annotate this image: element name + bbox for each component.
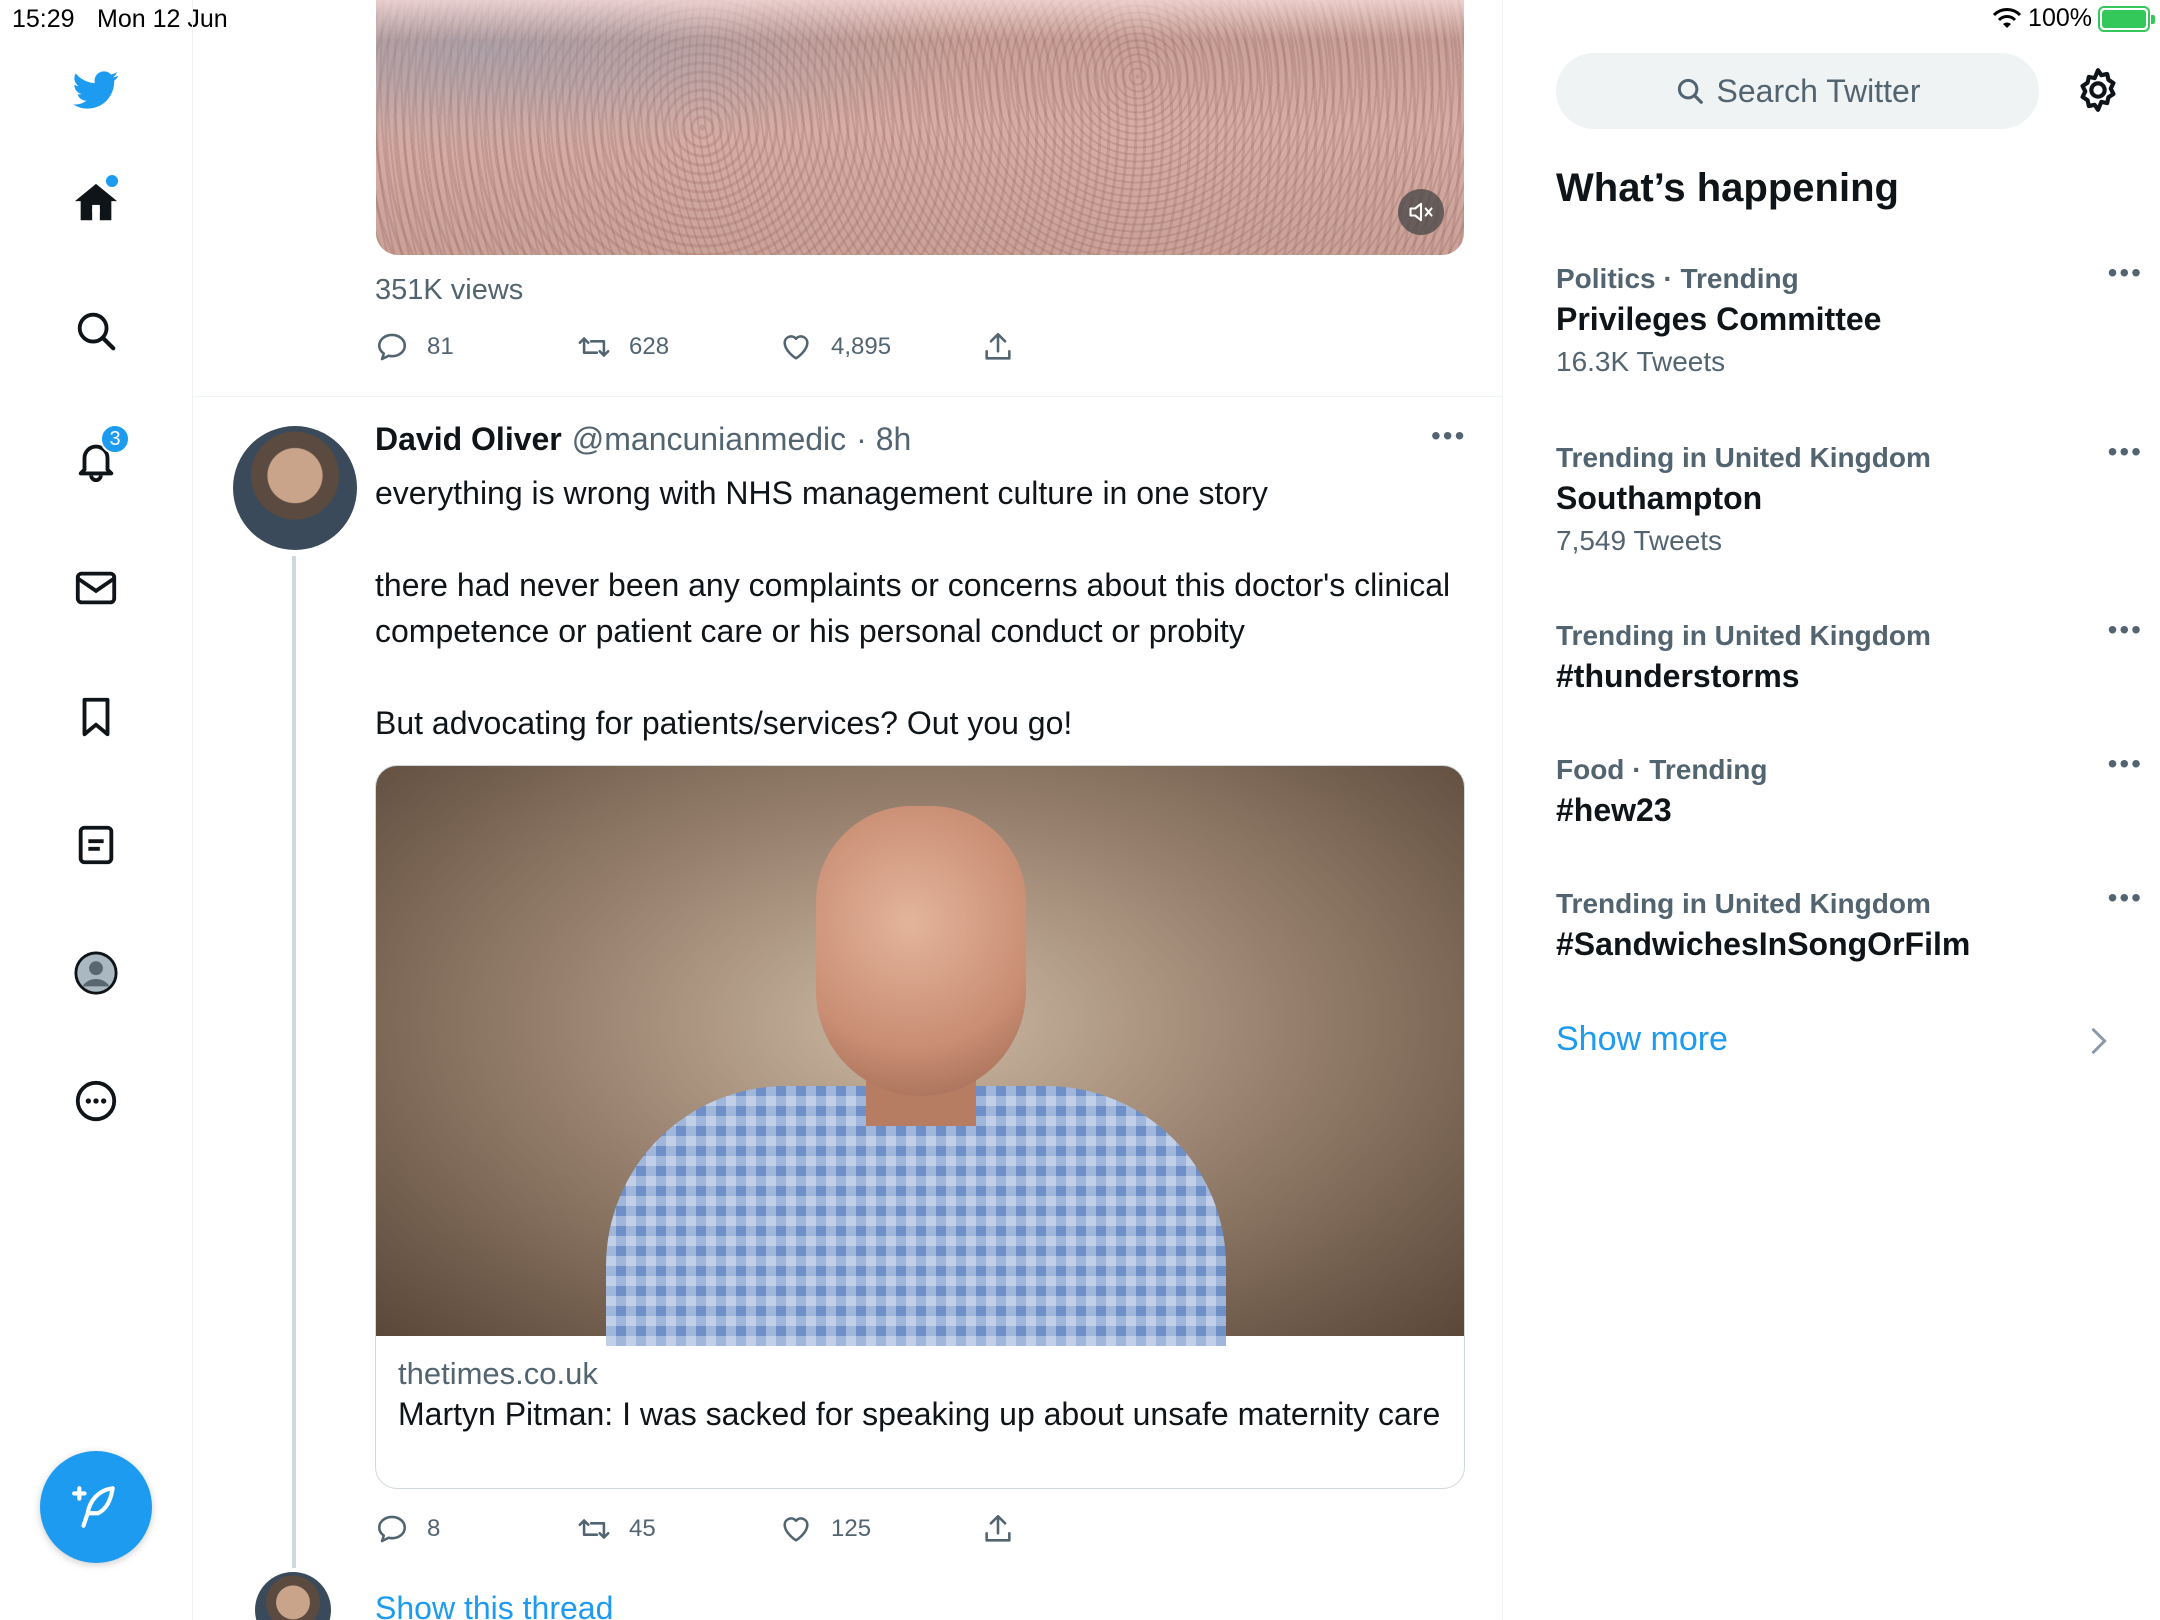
reply-icon bbox=[377, 1515, 407, 1543]
like-button[interactable]: 125 bbox=[779, 1512, 981, 1546]
like-button[interactable]: 4,895 bbox=[779, 330, 981, 364]
trend-topic: #hew23 bbox=[1556, 792, 1672, 828]
trend-topic: Southampton bbox=[1556, 480, 1763, 516]
retweet-button[interactable]: 628 bbox=[577, 330, 779, 364]
new-content-dot bbox=[106, 175, 118, 187]
retweet-icon bbox=[578, 337, 610, 357]
show-more-link[interactable]: Show more bbox=[1556, 1020, 1728, 1059]
trend-topic: #SandwichesInSongOrFilm bbox=[1556, 926, 1971, 962]
search-icon bbox=[77, 312, 116, 351]
share-button[interactable] bbox=[981, 1512, 1183, 1546]
trend-item[interactable]: Trending in United Kingdom Southampton 7… bbox=[1556, 436, 2141, 557]
share-button[interactable] bbox=[981, 330, 1183, 364]
trend-context: Trending in United Kingdom bbox=[1556, 620, 1931, 651]
nav-bookmarks[interactable] bbox=[66, 687, 126, 747]
twitter-logo-icon[interactable] bbox=[66, 60, 126, 120]
notifications-badge: 3 bbox=[100, 424, 130, 454]
muted-speaker-icon bbox=[1409, 202, 1433, 222]
reply-icon bbox=[377, 333, 407, 361]
reply-count: 81 bbox=[427, 333, 454, 360]
chevron-right-icon bbox=[2091, 1028, 2107, 1054]
link-card-domain: thetimes.co.uk bbox=[398, 1356, 598, 1391]
more-circle-icon bbox=[75, 1080, 117, 1122]
trend-item[interactable]: Politics · Trending Privileges Committee… bbox=[1556, 257, 2141, 378]
nav-home[interactable] bbox=[66, 173, 126, 233]
bird-icon bbox=[73, 71, 119, 109]
author-name[interactable]: David Oliver bbox=[375, 421, 562, 458]
show-thread-link[interactable]: Show this thread bbox=[375, 1590, 613, 1620]
author-handle[interactable]: @mancunianmedic bbox=[572, 421, 846, 458]
trend-topic: #thunderstorms bbox=[1556, 658, 1800, 694]
nav-profile[interactable] bbox=[66, 943, 126, 1003]
nav-notifications[interactable]: 3 bbox=[66, 424, 130, 490]
reply-button[interactable]: 81 bbox=[375, 330, 577, 364]
trend-context: Trending in United Kingdom bbox=[1556, 442, 1931, 473]
video-player[interactable] bbox=[376, 0, 1464, 255]
video-view-count: 351K views bbox=[375, 274, 524, 306]
link-card[interactable]: thetimes.co.uk Martyn Pitman: I was sack… bbox=[375, 765, 1465, 1489]
trend-context: Food · Trending bbox=[1556, 754, 1768, 785]
trend-item[interactable]: Trending in United Kingdom #SandwichesIn… bbox=[1556, 882, 2141, 963]
retweet-icon bbox=[578, 1519, 610, 1539]
nav-explore[interactable] bbox=[66, 301, 126, 361]
author-avatar[interactable] bbox=[233, 426, 357, 550]
trend-more-button[interactable]: ••• bbox=[2108, 436, 2143, 468]
link-card-title: Martyn Pitman: I was sacked for speaking… bbox=[398, 1396, 1441, 1432]
thread-connector-line bbox=[292, 556, 296, 1568]
nav-messages[interactable] bbox=[66, 558, 126, 618]
share-icon bbox=[985, 332, 1011, 360]
like-count: 125 bbox=[831, 1515, 872, 1542]
share-icon bbox=[985, 1514, 1011, 1542]
tweet-header: David Oliver @mancunianmedic · 8h bbox=[375, 421, 911, 458]
retweet-count: 45 bbox=[629, 1515, 656, 1542]
retweet-count: 628 bbox=[629, 333, 670, 360]
trend-context: Trending in United Kingdom bbox=[1556, 888, 1931, 919]
list-icon bbox=[78, 825, 114, 865]
whats-happening-title: What’s happening bbox=[1556, 166, 1899, 210]
gear-icon[interactable] bbox=[2073, 65, 2123, 115]
trend-count: 16.3K Tweets bbox=[1556, 346, 1726, 377]
mute-button[interactable] bbox=[1398, 189, 1444, 235]
trend-count: 7,549 Tweets bbox=[1556, 525, 1723, 556]
trend-topic: Privileges Committee bbox=[1556, 301, 1882, 337]
link-card-image bbox=[376, 766, 1464, 1346]
reply-button[interactable]: 8 bbox=[375, 1512, 577, 1546]
tweet-divider bbox=[193, 396, 1502, 397]
search-placeholder: Search Twitter bbox=[1716, 72, 1921, 109]
nav-more[interactable] bbox=[66, 1071, 126, 1131]
trend-more-button[interactable]: ••• bbox=[2108, 882, 2143, 914]
sidebar-nav: 3 bbox=[0, 0, 193, 1620]
reply-count: 8 bbox=[427, 1515, 441, 1542]
video-tweet-actions: 81 628 4,895 bbox=[375, 330, 1183, 364]
right-sidebar: Search Twitter What’s happening Politics… bbox=[1503, 0, 2160, 1620]
tweet-actions: 8 45 125 bbox=[375, 1512, 1183, 1546]
tweet-more-button[interactable]: ••• bbox=[1431, 420, 1466, 452]
heart-icon bbox=[783, 1517, 809, 1542]
feather-plus-icon bbox=[72, 1486, 115, 1528]
thread-author-avatar[interactable] bbox=[255, 1572, 331, 1620]
trend-item[interactable]: Trending in United Kingdom #thunderstorm… bbox=[1556, 614, 2141, 695]
compose-tweet-button[interactable] bbox=[40, 1451, 152, 1563]
bookmark-icon bbox=[82, 697, 110, 737]
nav-lists[interactable] bbox=[66, 815, 126, 875]
search-icon bbox=[1677, 78, 1703, 104]
trend-context: Politics · Trending bbox=[1556, 263, 1799, 294]
trend-more-button[interactable]: ••• bbox=[2108, 257, 2143, 289]
trend-more-button[interactable]: ••• bbox=[2108, 614, 2143, 646]
profile-avatar-icon bbox=[74, 951, 118, 995]
retweet-button[interactable]: 45 bbox=[577, 1512, 779, 1546]
like-count: 4,895 bbox=[831, 333, 892, 360]
tweet-time[interactable]: · 8h bbox=[856, 421, 911, 458]
timeline: 351K views 81 628 4,895 David Oliver @ma… bbox=[193, 0, 1503, 1620]
envelope-icon bbox=[75, 571, 117, 605]
trend-more-button[interactable]: ••• bbox=[2108, 748, 2143, 780]
trend-item[interactable]: Food · Trending #hew23 ••• bbox=[1556, 748, 2141, 829]
heart-icon bbox=[783, 335, 809, 360]
tweet-text: everything is wrong with NHS management … bbox=[375, 475, 1451, 741]
search-input[interactable]: Search Twitter bbox=[1556, 53, 2039, 129]
